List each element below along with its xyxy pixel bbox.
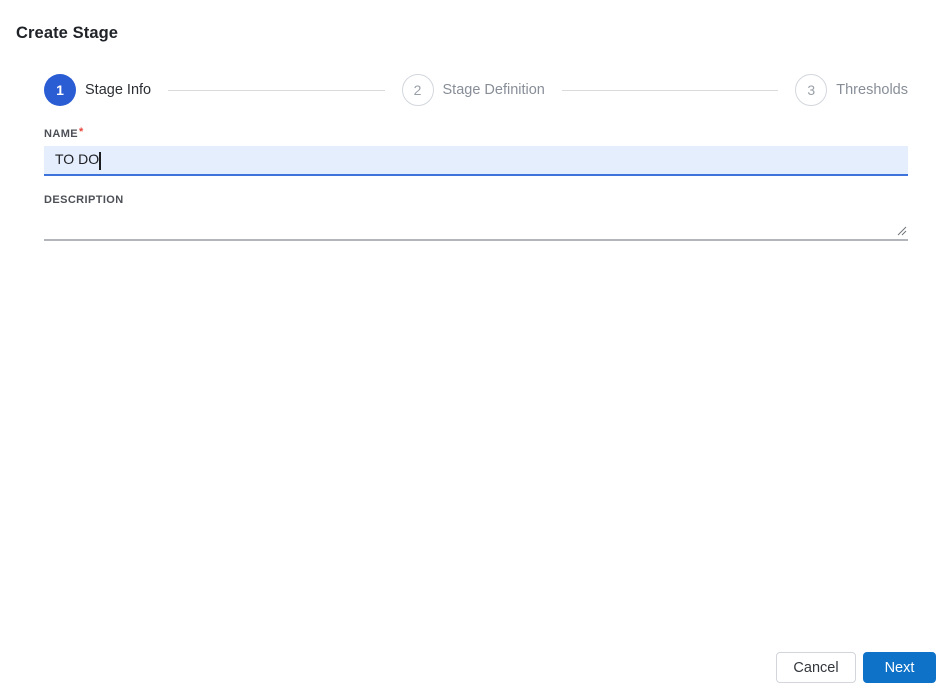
- create-stage-dialog: Create Stage 1 Stage Info 2 Stage Defini…: [0, 0, 950, 698]
- step-2-label: Stage Definition: [442, 82, 545, 98]
- step-1-circle: 1: [44, 74, 76, 106]
- description-textarea-wrapper: [44, 209, 908, 241]
- description-field-label: DESCRIPTION: [44, 194, 124, 206]
- step-2-circle: 2: [401, 74, 434, 106]
- next-button[interactable]: Next: [863, 652, 936, 683]
- description-textarea[interactable]: [44, 209, 908, 241]
- name-field-label: NAME*: [44, 126, 84, 140]
- footer-actions: Cancel Next: [776, 652, 936, 683]
- description-label-text: DESCRIPTION: [44, 194, 124, 206]
- step-thresholds[interactable]: 3 Thresholds: [795, 74, 908, 106]
- step-3-label: Thresholds: [836, 82, 908, 98]
- cancel-button[interactable]: Cancel: [776, 652, 856, 683]
- name-input[interactable]: [44, 146, 908, 176]
- stepper-connector: [168, 89, 385, 91]
- wizard-stepper: 1 Stage Info 2 Stage Definition 3 Thresh…: [44, 74, 908, 106]
- step-stage-info[interactable]: 1 Stage Info: [44, 74, 151, 106]
- stepper-connector: [561, 89, 779, 91]
- text-caret: [99, 152, 101, 170]
- step-stage-definition[interactable]: 2 Stage Definition: [401, 74, 545, 106]
- page-title: Create Stage: [16, 24, 119, 42]
- step-1-label: Stage Info: [85, 82, 152, 98]
- resize-handle-icon[interactable]: [897, 226, 907, 236]
- name-input-wrapper: [44, 146, 908, 176]
- name-label-text: NAME: [44, 128, 78, 140]
- step-3-circle: 3: [795, 74, 828, 106]
- required-asterisk: *: [79, 126, 84, 138]
